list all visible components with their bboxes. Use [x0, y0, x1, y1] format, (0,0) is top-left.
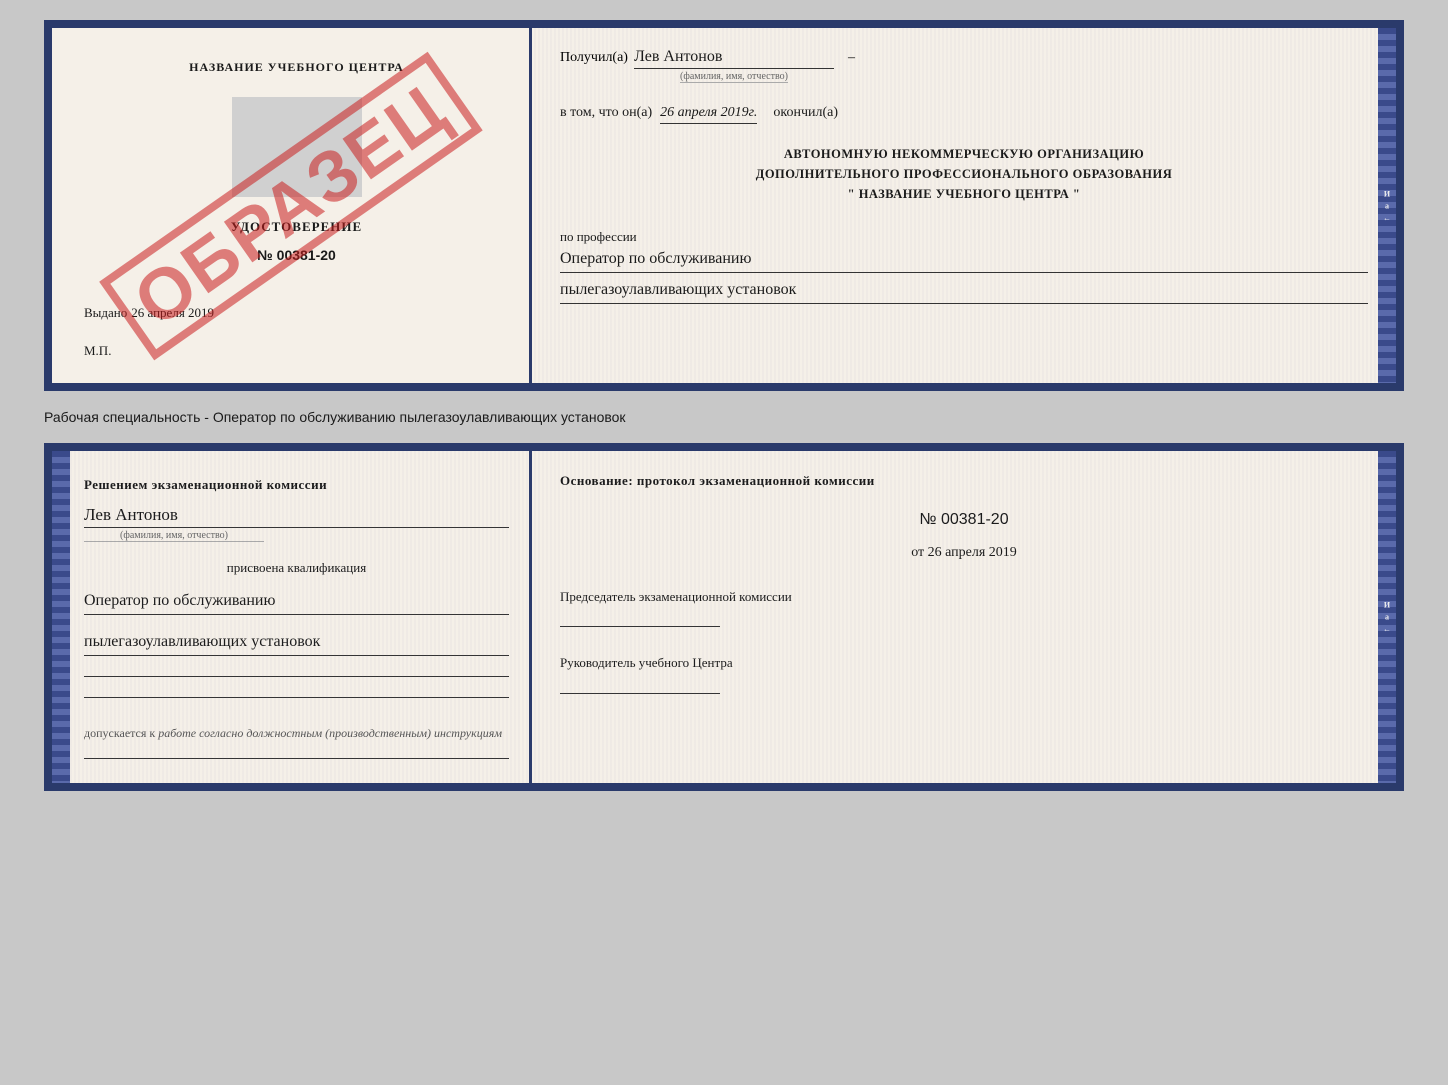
bottom-left-panel: Решением экзаменационной комиссии Лев Ан… [52, 451, 532, 783]
school-title: НАЗВАНИЕ УЧЕБНОГО ЦЕНТРА [84, 60, 509, 75]
profession-line2: пылегазоулавливающих установок [560, 281, 1368, 304]
issued-date: 26 апреля 2019 [131, 305, 214, 321]
issued-row: Выдано 26 апреля 2019 [84, 305, 509, 321]
assigned-text: присвоена квалификация [84, 560, 509, 576]
fio-label-top: (фамилия, имя, отчество) [680, 71, 788, 83]
bottom-document: Решением экзаменационной комиссии Лев Ан… [44, 443, 1404, 791]
chairman-signature-line [560, 626, 720, 627]
recipient-name-container: Лев Антонов (фамилия, имя, отчество) [634, 48, 834, 83]
bottom-fio-label: (фамилия, имя, отчество) [84, 530, 264, 542]
blank-line-1 [84, 676, 509, 677]
top-right-panel: Получил(а) Лев Антонов (фамилия, имя, от… [532, 28, 1396, 383]
org-line3: " НАЗВАНИЕ УЧЕБНОГО ЦЕНТРА " [560, 184, 1368, 204]
qualification-line1: Оператор по обслуживанию [84, 592, 509, 615]
allowed-prefix: допускается к [84, 726, 155, 740]
blank-line-2 [84, 697, 509, 698]
between-text: Рабочая специальность - Оператор по обсл… [44, 409, 1404, 425]
top-document: НАЗВАНИЕ УЧЕБНОГО ЦЕНТРА УДОСТОВЕРЕНИЕ №… [44, 20, 1404, 391]
mp-label: М.П. [84, 343, 509, 359]
allowed-italic: работе согласно должностным (производств… [158, 726, 502, 740]
cert-label: УДОСТОВЕРЕНИЕ [84, 219, 509, 235]
recipient-section: Получил(а) Лев Антонов (фамилия, имя, от… [560, 48, 1368, 83]
protocol-date: от 26 апреля 2019 [560, 545, 1368, 561]
blank-line-3 [84, 758, 509, 759]
bottom-right-panel: Основание: протокол экзаменационной коми… [532, 451, 1396, 783]
date-row: в том, что он(а) 26 апреля 2019г. окончи… [560, 105, 1368, 124]
protocol-date-prefix: от [911, 545, 924, 560]
head-text: Руководитель учебного Центра [560, 653, 1368, 673]
head-signature-line [560, 693, 720, 694]
decision-text: Решением экзаменационной комиссии [84, 475, 509, 495]
bottom-person-name: Лев Антонов [84, 505, 509, 528]
bottom-person-container: Лев Антонов (фамилия, имя, отчество) [84, 505, 509, 542]
profession-line1: Оператор по обслуживанию [560, 250, 1368, 273]
cert-number: № 00381-20 [84, 247, 509, 263]
bottom-right-strip: И а ← [1378, 451, 1396, 783]
profession-label: по профессии [560, 229, 637, 244]
protocol-number: № 00381-20 [560, 511, 1368, 529]
chairman-text: Председатель экзаменационной комиссии [560, 587, 1368, 607]
bottom-left-strip [52, 451, 70, 783]
profession-section: по профессии Оператор по обслуживанию пы… [560, 228, 1368, 304]
osnov-text: Основание: протокол экзаменационной коми… [560, 471, 1368, 491]
issued-prefix: Выдано [84, 305, 127, 321]
qualification-line2: пылегазоулавливающих установок [84, 633, 509, 656]
org-line1: АВТОНОМНУЮ НЕКОММЕРЧЕСКУЮ ОРГАНИЗАЦИЮ [560, 144, 1368, 164]
right-decorative-strip: И а ← [1378, 28, 1396, 383]
recipient-prefix: Получил(а) [560, 50, 628, 66]
org-line2: ДОПОЛНИТЕЛЬНОГО ПРОФЕССИОНАЛЬНОГО ОБРАЗО… [560, 164, 1368, 184]
protocol-date-value: 26 апреля 2019 [928, 545, 1017, 560]
top-left-panel: НАЗВАНИЕ УЧЕБНОГО ЦЕНТРА УДОСТОВЕРЕНИЕ №… [52, 28, 532, 383]
org-text: АВТОНОМНУЮ НЕКОММЕРЧЕСКУЮ ОРГАНИЗАЦИЮ ДО… [560, 144, 1368, 204]
date-value: 26 апреля 2019г. [660, 105, 757, 124]
date-prefix: в том, что он(а) [560, 105, 652, 121]
allowed-text: допускается к работе согласно должностны… [84, 724, 509, 742]
recipient-name: Лев Антонов [634, 48, 834, 69]
recipient-dash: – [848, 50, 855, 66]
completed-label: окончил(а) [773, 105, 838, 121]
photo-placeholder [232, 97, 362, 197]
